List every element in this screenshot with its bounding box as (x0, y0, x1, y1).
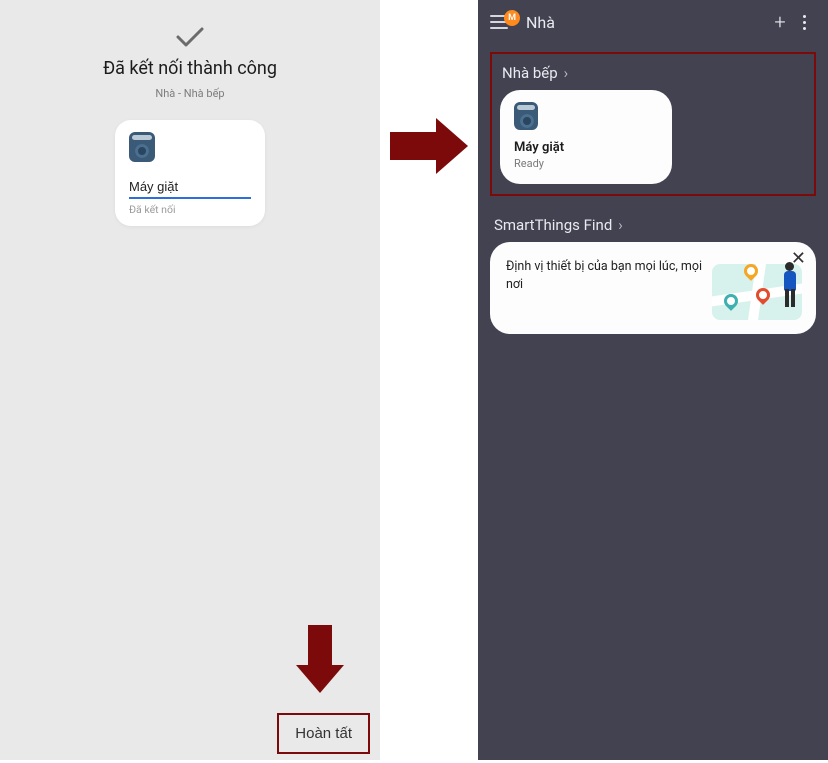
device-tile[interactable]: Máy giặt Ready (500, 90, 672, 184)
check-icon (175, 26, 205, 48)
device-card[interactable]: Đã kết nối (115, 120, 265, 226)
room-block-highlight: Nhà bếp › Máy giặt Ready (490, 52, 816, 196)
tile-status: Ready (514, 157, 658, 170)
find-illustration (712, 258, 802, 320)
device-name-input[interactable] (129, 179, 251, 199)
device-status: Đã kết nối (129, 203, 251, 216)
avatar[interactable]: M (504, 10, 520, 26)
close-icon[interactable]: ✕ (791, 250, 806, 268)
success-title: Đã kết nối thành công (103, 58, 277, 79)
person-icon (782, 262, 798, 310)
chevron-right-icon: › (564, 64, 569, 82)
arrow-right-annotation (390, 118, 474, 174)
app-header: M Nhà + (478, 0, 828, 42)
location-subtitle: Nhà - Nhà bếp (155, 87, 224, 100)
complete-button[interactable]: Hoàn tất (277, 713, 370, 754)
chevron-right-icon: › (618, 216, 623, 234)
find-card-text: Định vị thiết bị của bạn mọi lúc, mọi nơ… (506, 258, 712, 294)
home-label[interactable]: Nhà (526, 13, 768, 32)
washer-icon (514, 102, 538, 130)
room-header[interactable]: Nhà bếp › (500, 64, 806, 90)
smartthings-find-header[interactable]: SmartThings Find › (494, 216, 812, 234)
washer-icon (129, 132, 155, 162)
arrow-down-annotation (296, 625, 344, 699)
find-header-label: SmartThings Find (494, 216, 612, 234)
room-name: Nhà bếp (502, 64, 558, 82)
find-card[interactable]: Định vị thiết bị của bạn mọi lúc, mọi nơ… (490, 242, 816, 334)
add-icon[interactable]: + (768, 10, 792, 34)
tile-name: Máy giặt (514, 140, 658, 155)
more-icon[interactable] (792, 15, 816, 30)
right-screen: M Nhà + Nhà bếp › Máy giặt Ready SmartTh… (478, 0, 828, 760)
